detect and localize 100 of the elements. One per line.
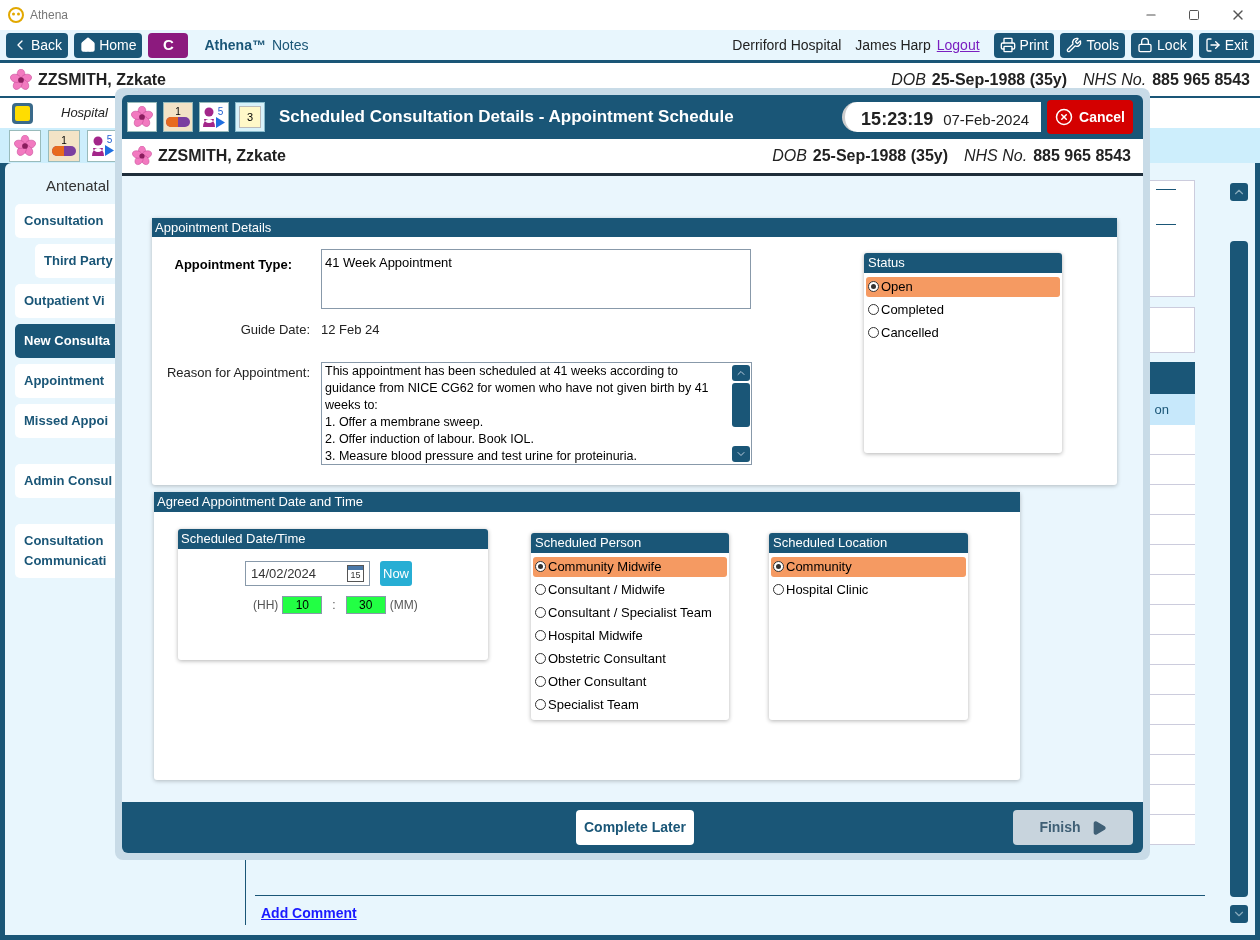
toolbar-button[interactable]: Print — [993, 32, 1055, 58]
option-label: Completed — [881, 300, 944, 319]
dob-label: DOB — [772, 146, 807, 166]
flower-icon — [14, 134, 36, 157]
pregnancy-count: 5 — [106, 135, 113, 145]
panel-header: Scheduled Date/Time — [178, 529, 488, 549]
radio-button[interactable] — [535, 607, 546, 618]
option-label: Community — [786, 557, 852, 576]
option-label: Specialist Team — [548, 695, 639, 714]
nav-button[interactable]: Home — [74, 32, 143, 58]
option-row[interactable]: Consultant / Specialist Team — [533, 602, 727, 623]
app-brand: Athena™ — [204, 35, 266, 55]
radio-button[interactable] — [773, 584, 784, 595]
radio-button[interactable] — [535, 561, 546, 572]
nhs-value: 885 965 8543 — [1152, 69, 1250, 90]
option-row[interactable]: Consultant / Midwife — [533, 579, 727, 600]
option-label: Other Consultant — [548, 672, 647, 691]
maximize-icon[interactable] — [1188, 9, 1200, 21]
person-icon — [203, 107, 215, 127]
date-value: 14/02/2024 — [251, 564, 317, 583]
patient-name: ZZSMITH, Zzkate — [38, 69, 166, 90]
dialog-title: Scheduled Consultation Details - Appointment Schedule — [279, 106, 734, 129]
pregnancy-tile[interactable]: 5 — [199, 102, 229, 132]
toolbar-button[interactable]: Exit — [1198, 32, 1254, 58]
dob-value: 25-Sep-1988 (35y) — [812, 146, 948, 166]
calendar-day: 15 — [348, 570, 363, 581]
scrollbar[interactable] — [1230, 183, 1248, 923]
text-area[interactable]: This appointment has been scheduled at 41 weeks according to guidance from NICE CG62 for women who have not given birth by 41 weeks to: 1. Offer a membrane sweep. 2. Offer induction of labour. Book IOL. 3. Measure blood pressure and test urine for proteinuria. — [321, 361, 752, 465]
medication-tile[interactable]: 1 — [48, 129, 80, 162]
sidebar-item[interactable]: Outpatient Vi — [15, 283, 115, 318]
radio-button[interactable] — [535, 584, 546, 595]
minutes-label: (MM) — [389, 597, 418, 614]
nav-button[interactable]: Back — [6, 32, 69, 58]
flower-tile[interactable] — [127, 102, 157, 132]
sidebar-item[interactable]: Appointment — [15, 363, 115, 398]
complete-later-button[interactable]: Complete Later — [576, 810, 694, 845]
option-row[interactable]: Community — [771, 556, 966, 577]
radio-button[interactable] — [773, 561, 784, 572]
radio-button[interactable] — [535, 630, 546, 641]
option-row[interactable]: Open — [866, 276, 1060, 297]
close-icon — [1055, 108, 1074, 126]
notes-count: 3 — [246, 109, 254, 125]
option-row[interactable]: Obstetric Consultant — [533, 648, 727, 669]
sidebar-item[interactable]: New Consulta — [15, 323, 115, 358]
hours-label: (HH) — [253, 597, 279, 614]
pregnancy-count: 5 — [217, 106, 224, 117]
radio-button[interactable] — [535, 676, 546, 687]
option-row[interactable]: Cancelled — [866, 322, 1060, 343]
nhs-label: NHS No. — [964, 146, 1028, 166]
sidebar-item[interactable]: Admin Consul — [15, 463, 115, 498]
option-row[interactable]: Other Consultant — [533, 671, 727, 692]
sidebar-item[interactable]: Missed Appoi — [15, 403, 115, 438]
dob-value: 25-Sep-1988 (35y) — [931, 69, 1067, 90]
sidebar-item[interactable]: Third Party — [35, 243, 115, 278]
flower-tile[interactable] — [9, 129, 41, 162]
window-title: Athena — [30, 7, 69, 24]
sidebar-heading: Antenatal — [46, 176, 111, 196]
option-row[interactable]: Completed — [866, 299, 1060, 320]
date-field[interactable]: 14/02/2024 15 — [245, 561, 370, 586]
flower-icon — [131, 106, 153, 128]
panel-header: Scheduled Location — [769, 533, 968, 553]
user-name: James Harp — [855, 35, 931, 55]
radio-button[interactable] — [868, 327, 879, 338]
radio-button[interactable] — [535, 699, 546, 710]
logout-link[interactable]: Logout — [936, 34, 980, 56]
option-label: Hospital Clinic — [786, 580, 869, 599]
toolbar-button[interactable]: Tools — [1060, 32, 1126, 58]
person-icon — [92, 135, 104, 156]
tools-icon — [1066, 37, 1083, 53]
sidebar-item[interactable]: Consultation Communicati — [15, 523, 115, 578]
panel-header: Status — [864, 253, 1062, 273]
radio-button[interactable] — [868, 281, 879, 292]
calendar-icon[interactable]: 15 — [347, 565, 364, 582]
location-text: Hospital — [61, 104, 108, 123]
radio-button[interactable] — [535, 653, 546, 664]
app-section: Notes — [271, 34, 309, 56]
pill-icon — [52, 145, 76, 156]
option-row[interactable]: Hospital Clinic — [771, 579, 966, 600]
medication-tile[interactable]: 1 — [163, 102, 193, 132]
radio-button[interactable] — [868, 304, 879, 315]
option-row[interactable]: Specialist Team — [533, 694, 727, 715]
c-button[interactable]: C — [148, 32, 189, 58]
hour-field[interactable]: 10 — [282, 596, 323, 614]
option-label: Cancelled — [881, 323, 939, 342]
flower-icon — [132, 146, 152, 166]
field-label: Appointment Type: — [173, 256, 292, 274]
toolbar-button[interactable]: Lock — [1131, 32, 1193, 58]
minute-field[interactable]: 30 — [345, 596, 386, 614]
option-row[interactable]: Hospital Midwife — [533, 625, 727, 646]
option-label: Obstetric Consultant — [548, 649, 666, 668]
patient-name: ZZSMITH, Zzkate — [158, 146, 286, 166]
sidebar-item[interactable]: Consultation — [15, 203, 115, 238]
add-comment-link[interactable]: Add Comment — [261, 903, 357, 924]
scroll-thumb[interactable] — [732, 382, 750, 427]
option-row[interactable]: Community Midwife — [533, 556, 727, 577]
input-field[interactable]: 41 Week Appointment — [321, 249, 751, 309]
option-label: Consultant / Specialist Team — [548, 603, 712, 622]
option-label: Community Midwife — [548, 557, 662, 576]
cancel-button[interactable]: Cancel — [1047, 100, 1133, 134]
notes-tile[interactable]: 3 — [235, 102, 265, 132]
